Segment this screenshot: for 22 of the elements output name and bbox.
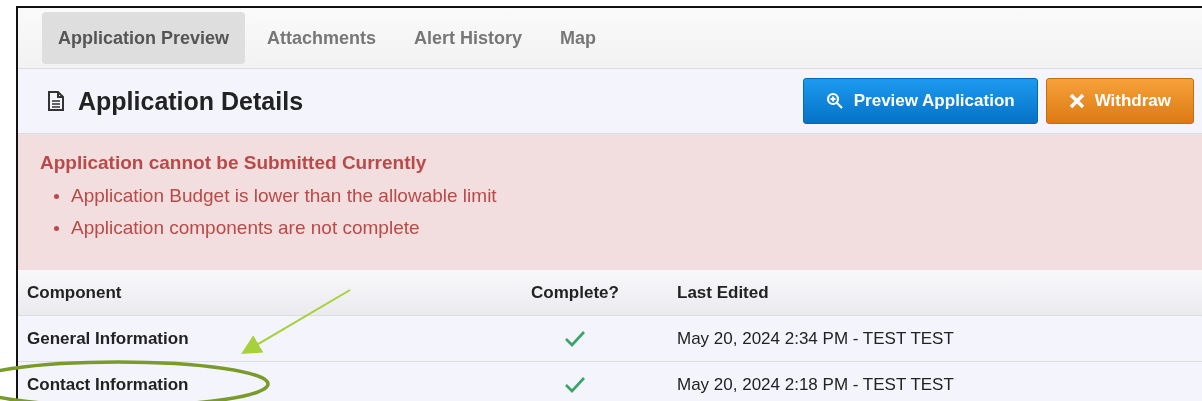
zoom-in-icon xyxy=(825,92,844,110)
column-header: Component xyxy=(26,282,123,303)
preview-button[interactable]: Preview Application xyxy=(802,78,1038,124)
table-cell-text: May 20, 2024 2:18 PM - TEST TEST xyxy=(676,374,955,395)
column-header: Complete? xyxy=(530,282,620,303)
tab[interactable]: Attachments xyxy=(251,12,393,64)
tab[interactable]: Alert History xyxy=(398,12,539,64)
table-cell-text: Contact Information xyxy=(26,374,190,395)
table-cell-text: May 20, 2024 2:34 PM - TEST TEST xyxy=(676,328,955,349)
withdraw-button[interactable]: Withdraw xyxy=(1045,78,1194,124)
column-header: Last Edited xyxy=(676,282,770,303)
alert-title: Application cannot be Submitted Currently xyxy=(40,152,428,174)
bullet-icon xyxy=(54,225,59,231)
alert-message: Application Budget is lower than the allowable limit xyxy=(71,185,497,207)
tab[interactable]: Map xyxy=(544,12,613,64)
alert-message: Application components are not complete xyxy=(71,217,420,239)
close-icon xyxy=(1068,93,1085,109)
table-cell-text: General Information xyxy=(26,328,190,349)
bullet-icon xyxy=(54,193,59,199)
tab[interactable]: Application Preview xyxy=(42,12,246,64)
document-icon xyxy=(48,91,64,111)
page-title: Application Details xyxy=(78,86,305,116)
